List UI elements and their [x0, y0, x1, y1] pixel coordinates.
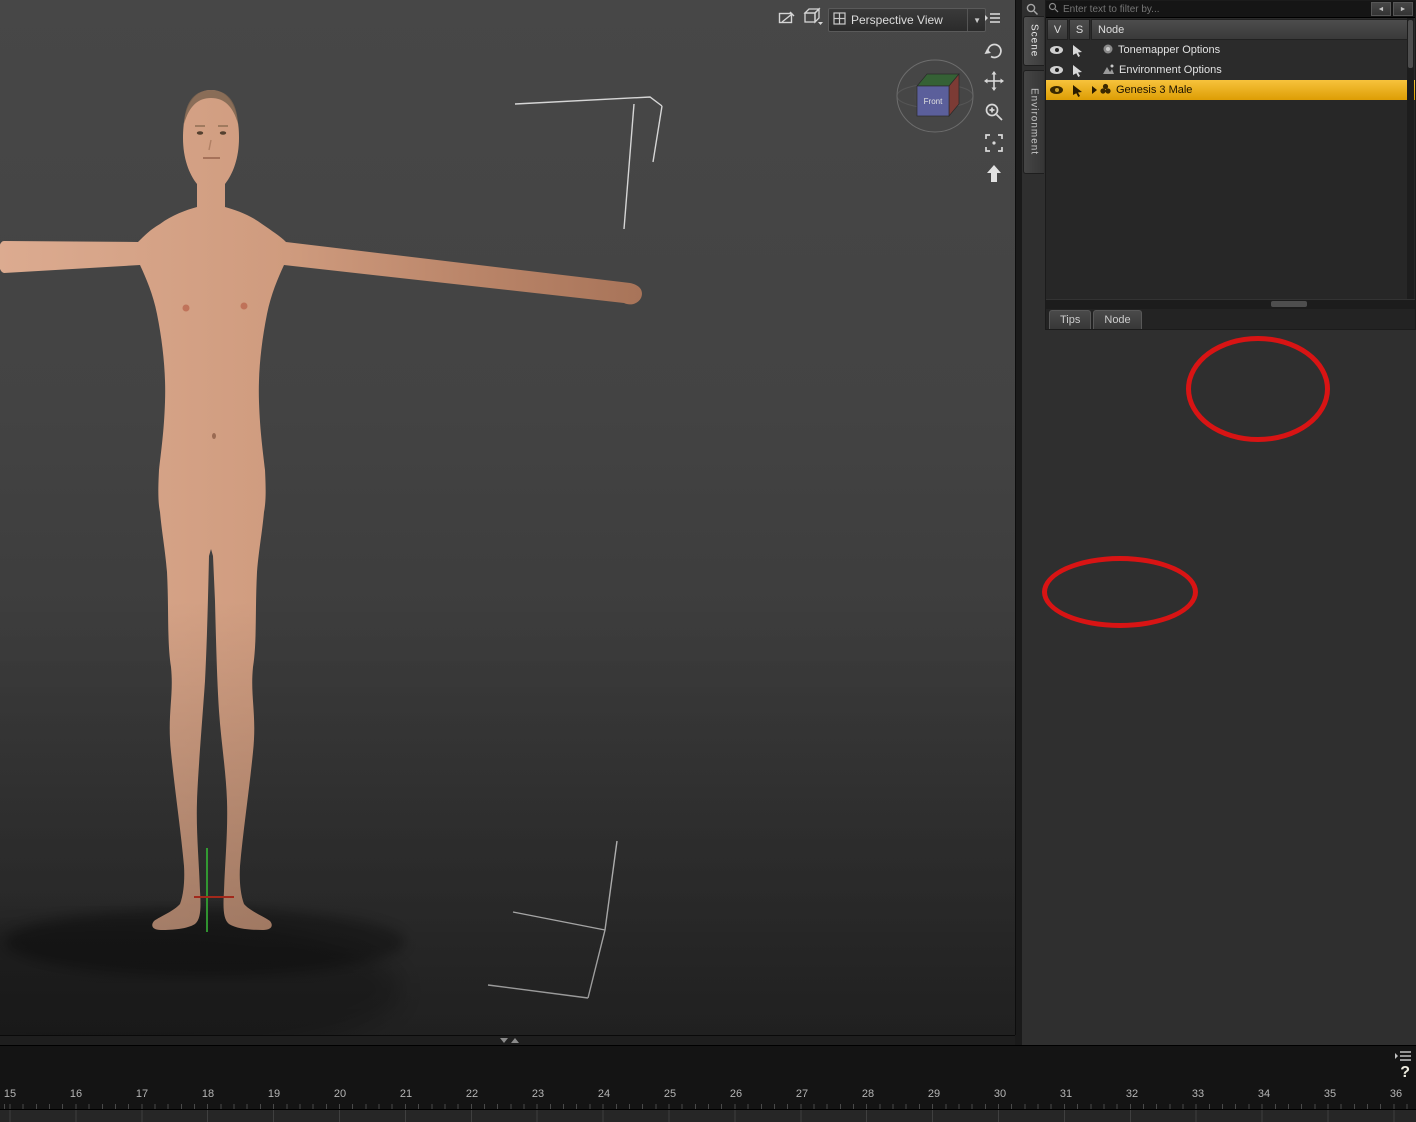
daz-studio-window: Front Perspective View ▼ Scene Environme… — [0, 0, 1416, 1122]
node-label: Genesis 3 Male — [1116, 84, 1193, 96]
viewport-3d[interactable]: Front Perspective View ▼ — [0, 0, 1016, 1035]
node-label: Environment Options — [1119, 64, 1222, 76]
scene-column-headers: V S Node — [1046, 18, 1415, 40]
figure-node-icon — [1099, 83, 1112, 98]
timeline-tick: 26 — [729, 1088, 743, 1100]
timeline-tick: 16 — [69, 1088, 83, 1100]
timeline-tick: 28 — [861, 1088, 875, 1100]
scene-vertical-scrollbar[interactable] — [1407, 18, 1414, 299]
pane-search-icon[interactable] — [1025, 2, 1039, 16]
timeline-tick: 32 — [1125, 1088, 1139, 1100]
pane-menu-icon[interactable] — [984, 10, 1002, 26]
light-wireframe-top[interactable] — [514, 96, 663, 230]
zoom-magnifier-icon[interactable] — [982, 100, 1006, 124]
timeline-tick: 24 — [597, 1088, 611, 1100]
viewport-scene — [0, 90, 663, 1035]
timeline-tick: 19 — [267, 1088, 281, 1100]
side-tab-environment[interactable]: Environment — [1023, 70, 1044, 174]
scene-node-genesis-3-male[interactable]: Genesis 3 Male — [1046, 80, 1415, 100]
timeline-menu-icon[interactable] — [1394, 1049, 1412, 1063]
eye-right — [219, 131, 227, 135]
timeline-tick: 31 — [1059, 1088, 1073, 1100]
timeline-tick: 30 — [993, 1088, 1007, 1100]
filter-next-icon[interactable]: ► — [1393, 2, 1413, 16]
timeline-tick: 34 — [1257, 1088, 1271, 1100]
tonemapper-icon — [1102, 43, 1114, 58]
scene-node-tonemapper[interactable]: Tonemapper Options — [1046, 40, 1415, 60]
timeline-tick: 18 — [201, 1088, 215, 1100]
pointer-icon[interactable] — [1067, 44, 1088, 57]
pointer-icon[interactable] — [1067, 64, 1088, 77]
timeline-tick: 21 — [399, 1088, 413, 1100]
viewport-tool-column — [982, 38, 1006, 186]
aspect-frame-icon[interactable] — [778, 10, 795, 27]
frame-selection-icon[interactable] — [982, 131, 1006, 155]
timeline-tick: 35 — [1323, 1088, 1337, 1100]
scrollbar-thumb[interactable] — [1271, 301, 1307, 307]
timeline-tick: 20 — [333, 1088, 347, 1100]
node-label: Tonemapper Options — [1118, 44, 1221, 56]
scene-filter-input[interactable] — [1061, 2, 1369, 16]
pan-move-icon[interactable] — [982, 69, 1006, 93]
timeline-tick: 33 — [1191, 1088, 1205, 1100]
genesis-3-male-figure[interactable] — [0, 90, 642, 930]
scene-filter-bar: ◄ ► — [1046, 1, 1415, 18]
filter-prev-icon[interactable]: ◄ — [1371, 2, 1391, 16]
timeline-tick: 22 — [465, 1088, 479, 1100]
timeline-bar: ? 15 16 17 18 19 20 21 22 23 24 25 26 27… — [0, 1045, 1416, 1122]
search-icon — [1048, 0, 1059, 18]
expand-arrow-icon[interactable] — [1092, 86, 1097, 94]
scene-node-environment[interactable]: Environment Options — [1046, 60, 1415, 80]
help-button[interactable]: ? — [1400, 1064, 1410, 1082]
scrollbar-thumb[interactable] — [1408, 20, 1413, 68]
timeline-tick: 25 — [663, 1088, 677, 1100]
eye-icon[interactable] — [1050, 66, 1063, 74]
tab-node[interactable]: Node — [1093, 310, 1142, 329]
timeline-ruler[interactable]: 15 16 17 18 19 20 21 22 23 24 25 26 27 2… — [0, 1088, 1416, 1103]
timeline-tick: 36 — [1389, 1088, 1403, 1100]
timeline-scrub-strip[interactable] — [0, 1109, 1416, 1122]
scene-bottom-tabs: Tips Node — [1046, 309, 1415, 329]
view-selector-dropdown[interactable]: Perspective View ▼ — [828, 8, 986, 32]
tab-tips[interactable]: Tips — [1049, 310, 1092, 329]
environment-icon — [1102, 63, 1115, 78]
timeline-tick: 17 — [135, 1088, 149, 1100]
reset-camera-icon[interactable] — [982, 162, 1006, 186]
view-cube-front-label: Front — [924, 97, 943, 106]
eye-icon[interactable] — [1050, 86, 1063, 94]
orbit-rotate-icon[interactable] — [982, 38, 1006, 62]
pane-collapse-handle[interactable] — [500, 1038, 519, 1043]
timeline-tick: 23 — [531, 1088, 545, 1100]
camera-cube-icon[interactable] — [802, 6, 824, 26]
scene-tree-empty-area[interactable] — [1046, 100, 1415, 299]
figure-contact-shadow — [5, 908, 405, 976]
side-tab-scene[interactable]: Scene — [1023, 16, 1044, 66]
pointer-icon[interactable] — [1067, 84, 1088, 97]
view-selector-label: Perspective View — [851, 13, 943, 27]
eye-left — [196, 131, 204, 135]
timeline-tick: 27 — [795, 1088, 809, 1100]
column-visibility[interactable]: V — [1047, 19, 1068, 40]
grid-view-icon — [833, 12, 846, 28]
column-node[interactable]: Node — [1091, 19, 1414, 40]
chevron-down-icon: ▼ — [967, 9, 981, 31]
right-dock: Scene Environment ◄ ► V S Node — [1022, 0, 1416, 1045]
timeline-tick: 29 — [927, 1088, 941, 1100]
scene-panel: ◄ ► V S Node Tonemapper Options — [1045, 0, 1416, 330]
scene-horizontal-scrollbar[interactable] — [1046, 299, 1415, 309]
column-selectable[interactable]: S — [1069, 19, 1090, 40]
timeline-tick: 15 — [3, 1088, 17, 1100]
light-wireframe-bottom[interactable] — [487, 840, 618, 999]
eye-icon[interactable] — [1050, 46, 1063, 54]
view-cube[interactable]: Front — [893, 52, 977, 136]
